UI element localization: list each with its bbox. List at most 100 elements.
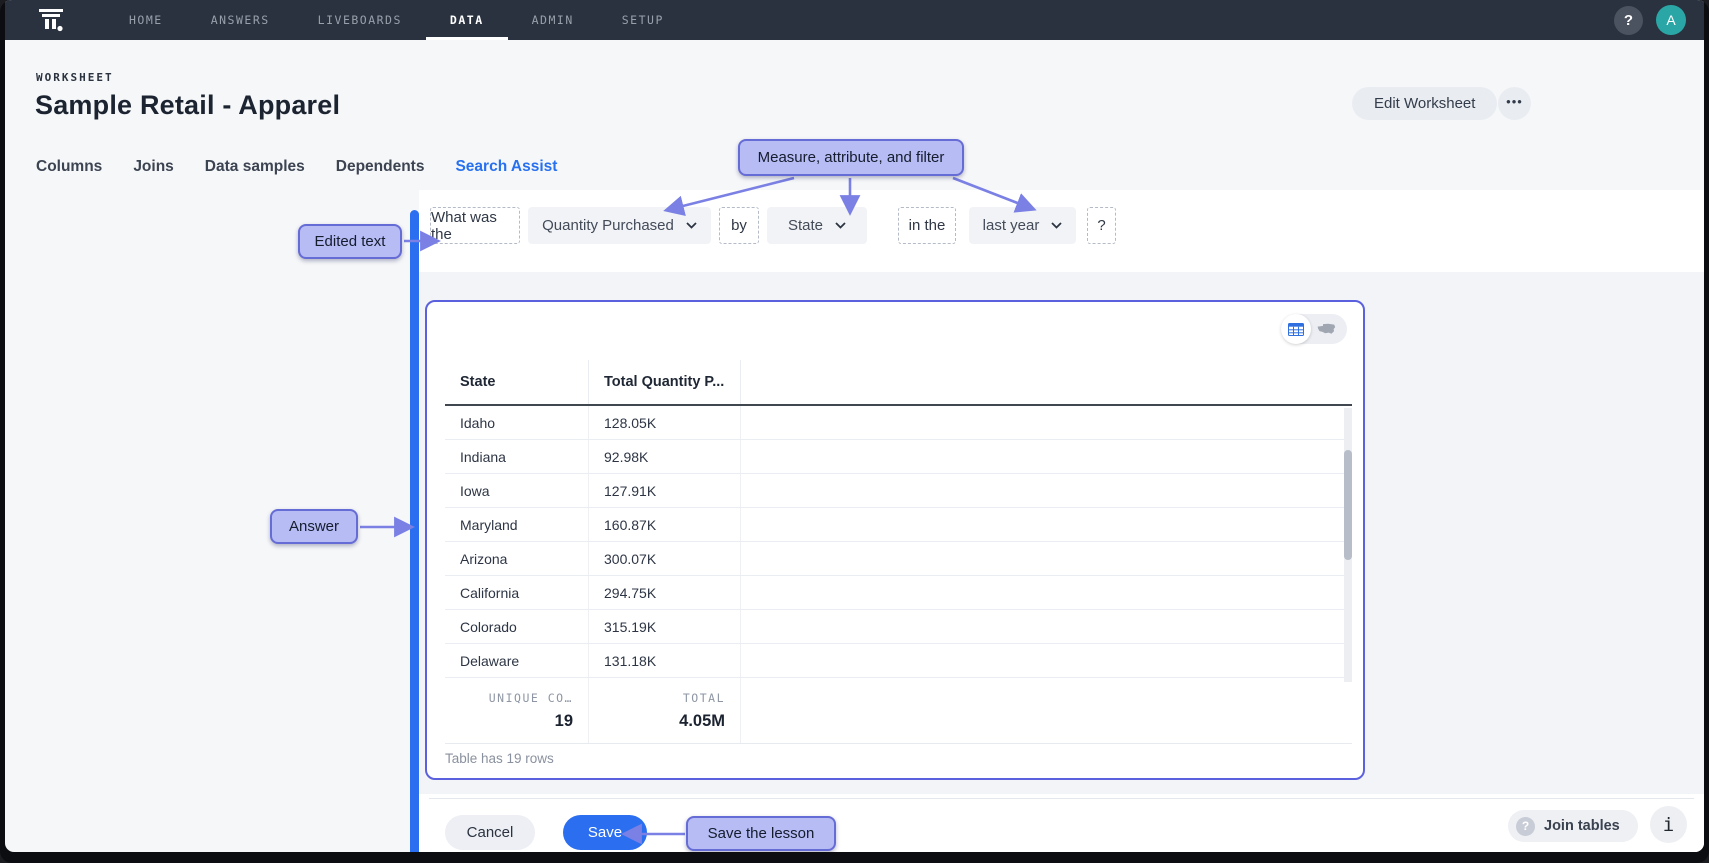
callout-save-lesson: Save the lesson — [686, 816, 836, 851]
avatar-initial: A — [1666, 12, 1675, 28]
cell-empty — [741, 576, 1352, 609]
thoughtspot-logo-icon[interactable] — [31, 0, 71, 40]
cell-value: 160.87K — [589, 508, 741, 541]
tab-search-assist[interactable]: Search Assist — [455, 158, 557, 188]
join-tables-label: Join tables — [1544, 818, 1620, 834]
cell-state: Iowa — [445, 474, 589, 507]
help-button[interactable]: ? — [1614, 6, 1643, 35]
worksheet-tabs: Columns Joins Data samples Dependents Se… — [36, 158, 557, 188]
tab-dependents[interactable]: Dependents — [336, 158, 425, 188]
callout-edited-text: Edited text — [298, 224, 402, 259]
chevron-down-icon — [1051, 222, 1062, 229]
user-avatar[interactable]: A — [1656, 5, 1686, 35]
query-token-label: in the — [909, 217, 946, 234]
cancel-button[interactable]: Cancel — [445, 815, 535, 850]
visualization-toggle — [1281, 314, 1347, 344]
summary-value: 4.05M — [679, 712, 725, 731]
filter-dropdown[interactable]: last year — [969, 207, 1076, 244]
summary-total: TOTAL 4.05M — [589, 678, 741, 743]
app-window: HOME ANSWERS LIVEBOARDS DATA ADMIN SETUP… — [0, 0, 1709, 863]
summary-empty — [741, 678, 1352, 743]
save-button[interactable]: Save — [563, 815, 647, 850]
table-icon — [1288, 323, 1304, 336]
answer-panel: State Total Quantity P... Idaho 128.05K … — [425, 300, 1365, 780]
cell-empty — [741, 406, 1352, 439]
callout-label: Measure, attribute, and filter — [758, 149, 945, 166]
callout-label: Edited text — [315, 233, 386, 250]
attribute-dropdown-value: State — [788, 217, 823, 234]
cell-state: California — [445, 576, 589, 609]
scrollbar-thumb[interactable] — [1344, 450, 1352, 560]
measure-dropdown-value: Quantity Purchased — [542, 217, 674, 234]
info-button[interactable]: i — [1650, 806, 1687, 843]
callout-label: Save the lesson — [708, 825, 815, 842]
tab-data-samples[interactable]: Data samples — [205, 158, 305, 188]
table-header-row: State Total Quantity P... — [445, 360, 1352, 406]
column-header-empty — [741, 360, 1352, 404]
table-row: Colorado 315.19K — [445, 610, 1352, 644]
table-row: Iowa 127.91K — [445, 474, 1352, 508]
join-tables-button[interactable]: ? Join tables — [1508, 810, 1638, 842]
query-token-label: ? — [1097, 217, 1105, 234]
more-options-button[interactable]: ••• — [1498, 87, 1531, 120]
summary-unique-count: UNIQUE CO… 19 — [445, 678, 589, 743]
table-summary-row: UNIQUE CO… 19 TOTAL 4.05M — [445, 678, 1352, 744]
nav-item-liveboards[interactable]: LIVEBOARDS — [294, 0, 426, 40]
thoughtspot-app: HOME ANSWERS LIVEBOARDS DATA ADMIN SETUP… — [5, 0, 1704, 852]
cell-state: Colorado — [445, 610, 589, 643]
cell-value: 294.75K — [589, 576, 741, 609]
table-row: Arizona 300.07K — [445, 542, 1352, 576]
cell-value: 300.07K — [589, 542, 741, 575]
edit-worksheet-button[interactable]: Edit Worksheet — [1352, 87, 1497, 120]
cell-value: 315.19K — [589, 610, 741, 643]
worksheet-eyebrow: WORKSHEET — [36, 71, 114, 84]
nav-item-data[interactable]: DATA — [426, 0, 508, 40]
query-token-label: by — [731, 217, 747, 234]
column-header-total-quantity[interactable]: Total Quantity P... — [589, 360, 741, 404]
cell-empty — [741, 508, 1352, 541]
query-token-in-the[interactable]: in the — [898, 207, 956, 244]
attribute-dropdown[interactable]: State — [767, 207, 867, 244]
cell-state: Arizona — [445, 542, 589, 575]
column-header-state[interactable]: State — [445, 360, 589, 404]
lesson-highlight-bar — [410, 210, 419, 852]
nav-item-home[interactable]: HOME — [105, 0, 187, 40]
answer-table: State Total Quantity P... Idaho 128.05K … — [445, 360, 1352, 744]
cell-empty — [741, 610, 1352, 643]
filter-dropdown-value: last year — [983, 217, 1040, 234]
cell-empty — [741, 542, 1352, 575]
table-row-count: Table has 19 rows — [445, 751, 554, 766]
tab-columns[interactable]: Columns — [36, 158, 102, 188]
table-row: Maryland 160.87K — [445, 508, 1352, 542]
usa-map-icon — [1317, 323, 1336, 335]
help-icon: ? — [1624, 12, 1633, 29]
table-scrollbar[interactable] — [1344, 408, 1352, 682]
cell-state: Indiana — [445, 440, 589, 473]
nav-item-admin[interactable]: ADMIN — [508, 0, 598, 40]
footer-divider — [429, 798, 1694, 799]
table-row: Indiana 92.98K — [445, 440, 1352, 474]
cell-value: 128.05K — [589, 406, 741, 439]
cell-empty — [741, 440, 1352, 473]
table-view-button[interactable] — [1281, 314, 1311, 344]
query-token-what-was-the[interactable]: What was the — [430, 207, 520, 244]
cell-state: Maryland — [445, 508, 589, 541]
query-token-by[interactable]: by — [719, 207, 759, 244]
nav-item-answers[interactable]: ANSWERS — [187, 0, 294, 40]
query-token-label: What was the — [431, 209, 519, 243]
map-view-button[interactable] — [1311, 314, 1341, 344]
cell-value: 127.91K — [589, 474, 741, 507]
cell-value: 131.18K — [589, 644, 741, 677]
measure-dropdown[interactable]: Quantity Purchased — [528, 207, 711, 244]
query-token-question-mark[interactable]: ? — [1087, 207, 1116, 244]
callout-label: Answer — [289, 518, 339, 535]
table-row: California 294.75K — [445, 576, 1352, 610]
cell-value: 92.98K — [589, 440, 741, 473]
tab-joins[interactable]: Joins — [133, 158, 173, 188]
chevron-down-icon — [835, 222, 846, 229]
cell-state: Delaware — [445, 644, 589, 677]
nav-item-setup[interactable]: SETUP — [598, 0, 688, 40]
summary-label: TOTAL — [683, 691, 725, 705]
top-navbar: HOME ANSWERS LIVEBOARDS DATA ADMIN SETUP… — [5, 0, 1704, 40]
page-title: Sample Retail - Apparel — [35, 90, 340, 121]
